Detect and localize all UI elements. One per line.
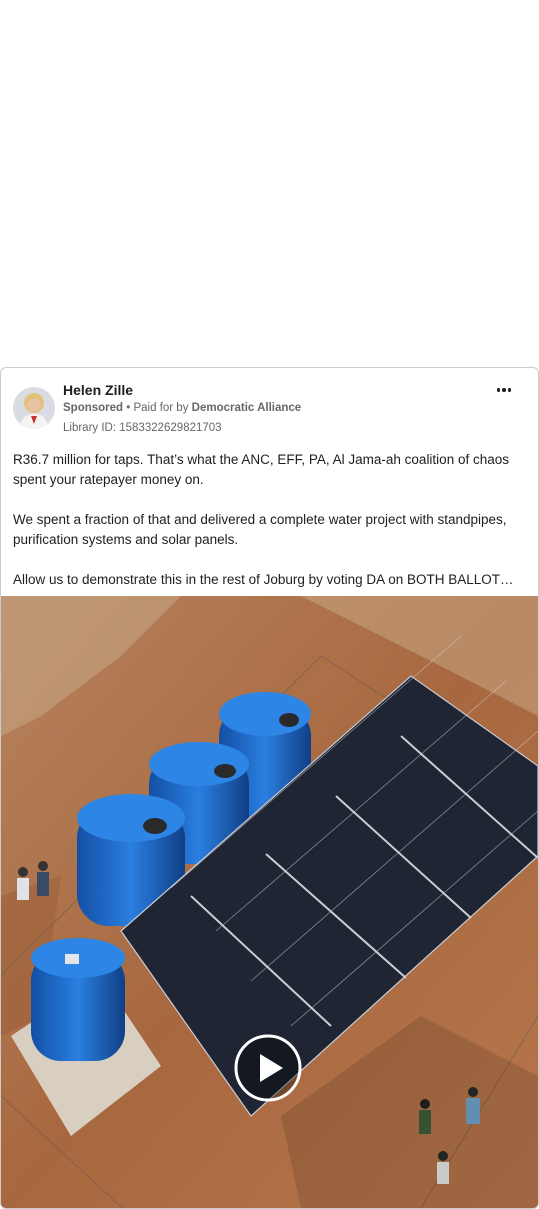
post-paragraph: We spent a fraction of that and delivere…	[13, 512, 507, 547]
post-paragraph: R36.7 million for taps. That’s what the …	[13, 452, 509, 487]
play-icon[interactable]	[234, 1034, 302, 1102]
post-header: Helen Zille Sponsored • Paid for by Demo…	[1, 368, 538, 438]
sponsored-line: Sponsored • Paid for by Democratic Allia…	[63, 402, 301, 414]
video-thumbnail[interactable]	[1, 596, 538, 1208]
post-text: R36.7 million for taps. That’s what the …	[13, 450, 528, 590]
post-paragraph-truncated[interactable]: Allow us to demonstrate this in the rest…	[13, 570, 528, 590]
payer-name: Democratic Alliance	[191, 402, 302, 414]
avatar[interactable]	[13, 387, 55, 429]
water-tank	[31, 938, 125, 1061]
library-id: Library ID: 1583322629821703	[63, 422, 222, 434]
paid-for-by-text: • Paid for by	[123, 402, 192, 414]
page-name[interactable]: Helen Zille	[63, 382, 133, 398]
sponsored-label: Sponsored	[63, 402, 124, 414]
aerial-photo	[1, 596, 538, 1208]
more-horizontal-icon[interactable]	[492, 382, 516, 398]
ad-card: Helen Zille Sponsored • Paid for by Demo…	[0, 367, 539, 1209]
